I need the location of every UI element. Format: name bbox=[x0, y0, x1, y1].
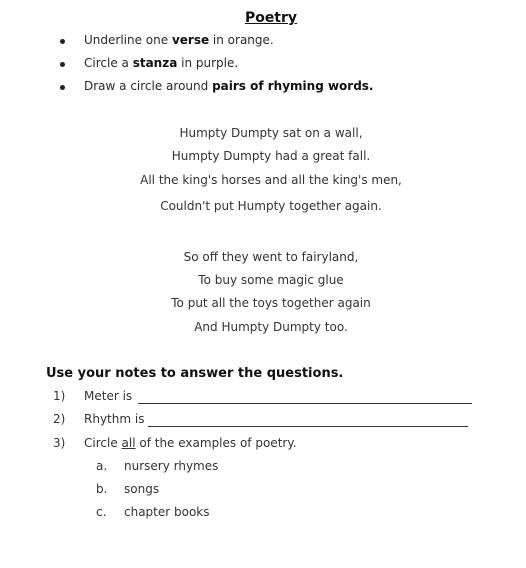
option-text: songs bbox=[124, 482, 160, 496]
keyword-rhyming: pairs of rhyming words. bbox=[212, 79, 374, 93]
keyword-verse: verse bbox=[171, 33, 210, 47]
bullet-icon bbox=[60, 62, 65, 67]
poem-line: To buy some magic glue bbox=[198, 273, 344, 287]
question-number: 3) bbox=[53, 436, 66, 450]
question-number: 2) bbox=[53, 412, 66, 426]
worksheet-title: Poetry bbox=[244, 10, 298, 26]
question-number: 1) bbox=[53, 389, 66, 403]
answer-blank[interactable] bbox=[148, 426, 468, 427]
option-letter: b. bbox=[96, 482, 108, 496]
question-text: Meter is bbox=[84, 389, 133, 403]
question-text: Circle all of the examples of poetry. bbox=[84, 436, 297, 450]
underlined-word: all bbox=[121, 436, 136, 450]
keyword-stanza: stanza bbox=[132, 56, 178, 70]
bullet-icon bbox=[60, 85, 65, 90]
poem-line: Couldn't put Humpty together again. bbox=[160, 199, 382, 213]
option-letter: c. bbox=[96, 505, 107, 519]
poem-line: All the king's horses and all the king's… bbox=[140, 173, 402, 187]
poem-line: Humpty Dumpty had a great fall. bbox=[171, 149, 371, 163]
answer-blank[interactable] bbox=[138, 403, 472, 404]
question-text: Rhythm is bbox=[84, 412, 145, 426]
option-text: nursery rhymes bbox=[124, 459, 219, 473]
poem-line: Humpty Dumpty sat on a wall, bbox=[179, 126, 363, 140]
bullet-icon bbox=[60, 39, 65, 44]
poem-line: So off they went to fairyland, bbox=[183, 250, 359, 264]
poem-line: To put all the toys together again bbox=[171, 296, 371, 310]
poem-line: And Humpty Dumpty too. bbox=[194, 320, 348, 334]
questions-heading: Use your notes to answer the questions. bbox=[46, 366, 344, 381]
option-letter: a. bbox=[96, 459, 108, 473]
option-text: chapter books bbox=[124, 505, 210, 519]
